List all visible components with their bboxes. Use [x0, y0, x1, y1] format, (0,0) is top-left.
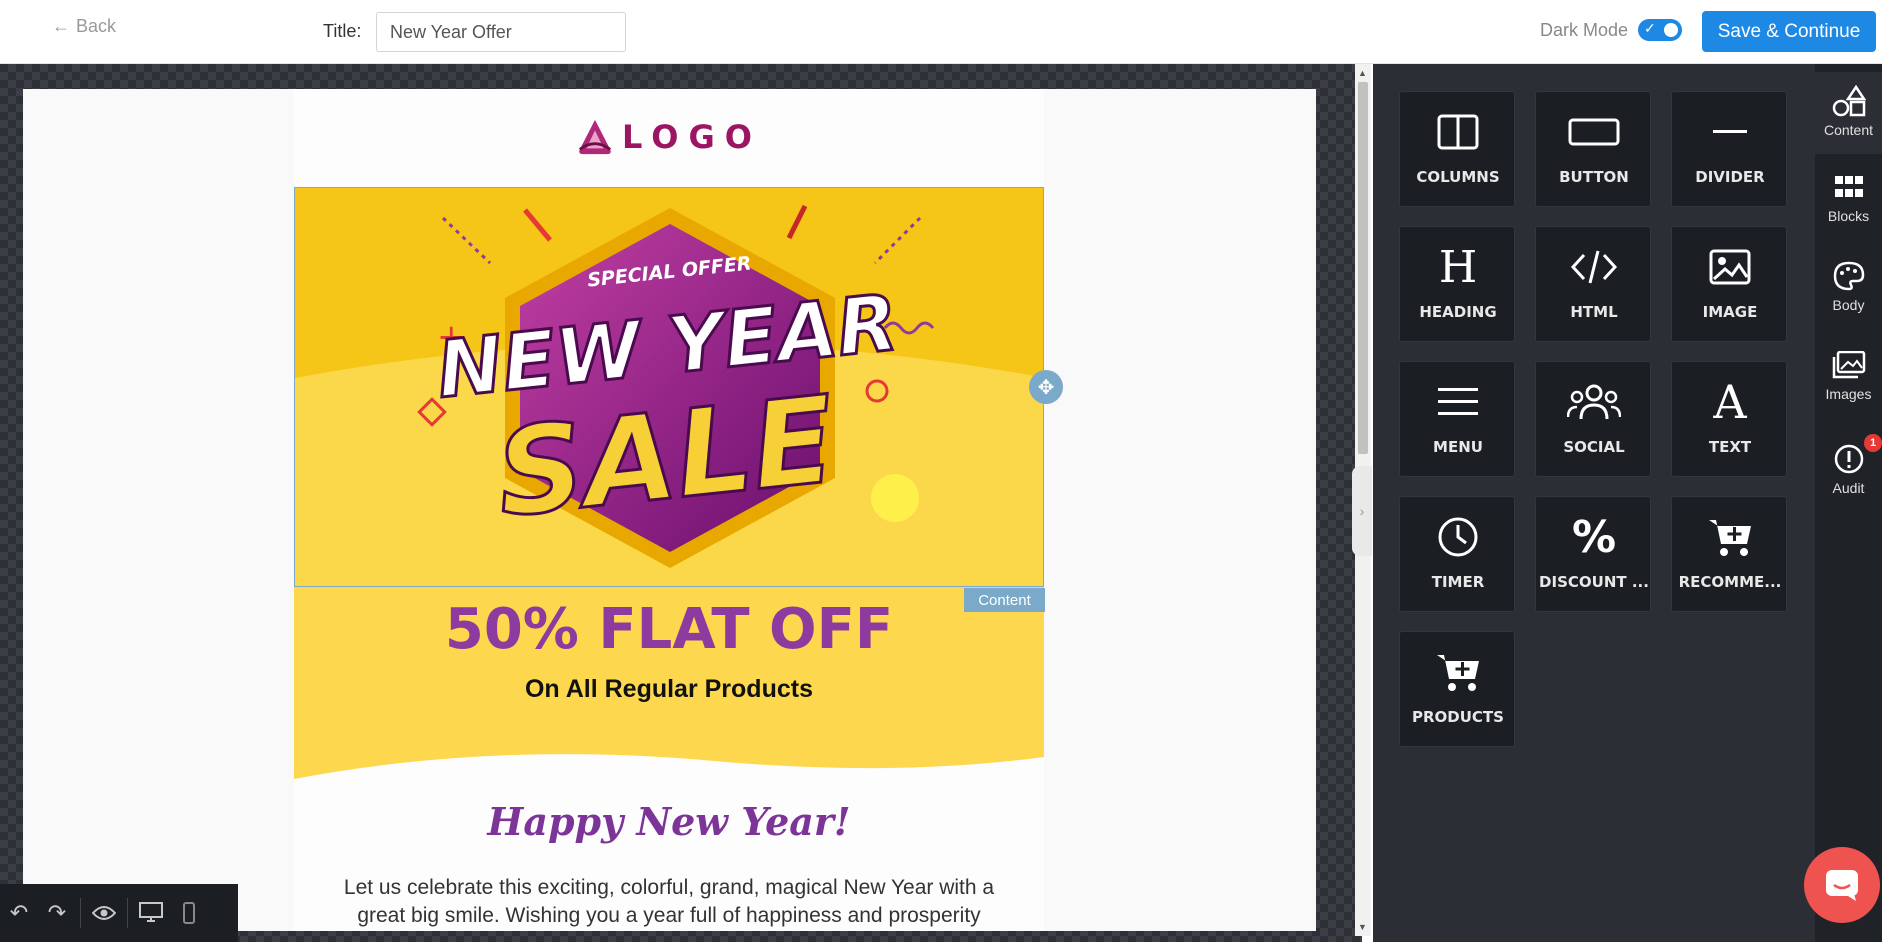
- heading-icon: H: [1438, 241, 1478, 293]
- tile-recommendations[interactable]: RECOMME...: [1671, 496, 1787, 612]
- move-handle-icon[interactable]: ✥: [1029, 370, 1063, 404]
- grid-icon: [1815, 170, 1882, 204]
- dark-mode-label: Dark Mode: [1540, 20, 1629, 40]
- logo-mark-icon: [578, 119, 612, 155]
- hero-image[interactable]: + SPECIAL OFFER NEW YEAR SALE: [294, 187, 1044, 587]
- bottom-toolbar: ↶ ↷: [0, 884, 238, 942]
- tile-label: BUTTON: [1559, 168, 1629, 186]
- collapse-panel-handle[interactable]: ›: [1352, 466, 1372, 556]
- tile-products[interactable]: PRODUCTS: [1399, 631, 1515, 747]
- content-panel: COLUMNS BUTTON DIVIDER H HEADING HTML IM…: [1373, 64, 1815, 942]
- palette-icon: [1815, 259, 1882, 293]
- rail-tab-content[interactable]: Content: [1815, 72, 1882, 154]
- tile-heading[interactable]: H HEADING: [1399, 226, 1515, 342]
- tile-timer[interactable]: TIMER: [1399, 496, 1515, 612]
- cart-plus-icon: [1672, 515, 1788, 559]
- side-rail: Content Blocks Body Images Audit: [1815, 64, 1882, 942]
- scroll-down-icon[interactable]: ▼: [1358, 922, 1367, 932]
- hero-graphic: + SPECIAL OFFER NEW YEAR SALE: [295, 188, 1043, 586]
- back-link[interactable]: ← Back: [52, 16, 116, 37]
- rail-tab-body[interactable]: Body: [1815, 247, 1882, 329]
- cart-plus-icon: [1400, 650, 1516, 694]
- title-label: Title:: [323, 21, 362, 41]
- images-icon: [1815, 348, 1882, 382]
- top-bar: ← Back Title: Dark Mode ✓ Save & Continu…: [0, 0, 1882, 64]
- email-body: LOGO + SPECIAL OFFER NEW YEAR SALE 50% F…: [294, 89, 1044, 931]
- greeting-heading[interactable]: Happy New Year!: [294, 799, 1044, 844]
- rail-tab-blocks[interactable]: Blocks: [1815, 158, 1882, 240]
- promo-headline: 50% FLAT OFF: [444, 597, 894, 662]
- rail-tab-label: Content: [1823, 122, 1874, 138]
- tile-label: COLUMNS: [1416, 168, 1500, 186]
- tile-label: HEADING: [1419, 303, 1497, 321]
- email-canvas: LOGO + SPECIAL OFFER NEW YEAR SALE 50% F…: [23, 89, 1316, 931]
- audit-badge: 1: [1864, 434, 1882, 452]
- users-icon: [1536, 380, 1652, 424]
- text-icon: A: [1713, 375, 1747, 429]
- tile-text[interactable]: A TEXT: [1671, 361, 1787, 477]
- tile-label: DISCOUNT ...: [1539, 573, 1649, 591]
- tile-label: HTML: [1570, 303, 1618, 321]
- code-icon: [1536, 245, 1652, 289]
- body-paragraph[interactable]: Let us celebrate this exciting, colorful…: [334, 874, 1004, 930]
- check-icon: ✓: [1644, 20, 1656, 36]
- tile-menu[interactable]: MENU: [1399, 361, 1515, 477]
- chevron-right-icon: ›: [1359, 503, 1365, 519]
- tile-html[interactable]: HTML: [1535, 226, 1651, 342]
- shapes-icon: [1815, 84, 1882, 118]
- tile-label: TEXT: [1708, 438, 1752, 456]
- save-continue-button[interactable]: Save & Continue: [1702, 11, 1876, 52]
- rail-tab-label: Body: [1832, 297, 1865, 313]
- title-input[interactable]: [376, 12, 626, 52]
- image-icon: [1672, 245, 1788, 289]
- tile-image[interactable]: IMAGE: [1671, 226, 1787, 342]
- tile-social[interactable]: SOCIAL: [1535, 361, 1651, 477]
- back-label: Back: [76, 16, 117, 36]
- chat-icon: [1826, 870, 1858, 901]
- scroll-up-icon[interactable]: ▲: [1358, 68, 1367, 78]
- toolbar-divider: [80, 898, 81, 928]
- tile-discount[interactable]: % DISCOUNT ...: [1535, 496, 1651, 612]
- toggle-knob: [1664, 23, 1678, 37]
- wave-divider: [294, 754, 1044, 787]
- rail-tab-label: Blocks: [1827, 208, 1870, 224]
- tile-label: TIMER: [1431, 573, 1485, 591]
- tile-label: SOCIAL: [1563, 438, 1625, 456]
- preview-eye-icon[interactable]: [85, 884, 123, 942]
- rail-tab-label: Images: [1825, 386, 1872, 402]
- logo[interactable]: LOGO: [294, 107, 1044, 167]
- tile-label: DIVIDER: [1695, 168, 1765, 186]
- dark-mode-toggle[interactable]: ✓: [1638, 19, 1682, 41]
- tile-label: PRODUCTS: [1412, 708, 1504, 726]
- scroll-thumb[interactable]: [1358, 82, 1368, 454]
- tile-label: IMAGE: [1702, 303, 1758, 321]
- button-icon: [1536, 110, 1652, 154]
- desktop-view-icon[interactable]: [132, 884, 170, 942]
- toolbar-divider: [127, 898, 128, 928]
- columns-icon: [1400, 110, 1516, 154]
- clock-icon: [1400, 515, 1516, 559]
- promo-subheadline: On All Regular Products: [524, 675, 813, 703]
- menu-icon: [1400, 380, 1516, 424]
- divider-icon: [1672, 110, 1788, 154]
- tile-label: MENU: [1433, 438, 1483, 456]
- rail-tab-images[interactable]: Images: [1815, 336, 1882, 418]
- selection-tag: Content: [964, 588, 1045, 612]
- logo-text: LOGO: [622, 118, 762, 156]
- tile-label: RECOMME...: [1678, 573, 1782, 591]
- percent-icon: %: [1571, 511, 1617, 563]
- arrow-left-icon: ←: [52, 16, 70, 36]
- redo-icon[interactable]: ↷: [38, 884, 76, 942]
- undo-icon[interactable]: ↶: [0, 884, 38, 942]
- tile-button[interactable]: BUTTON: [1535, 91, 1651, 207]
- rail-tab-label: Audit: [1832, 480, 1865, 496]
- tile-columns[interactable]: COLUMNS: [1399, 91, 1515, 207]
- mobile-view-icon[interactable]: [170, 884, 208, 942]
- promo-section[interactable]: 50% FLAT OFF On All Regular Products: [294, 587, 1044, 787]
- tile-divider[interactable]: DIVIDER: [1671, 91, 1787, 207]
- chat-launcher[interactable]: [1804, 847, 1880, 923]
